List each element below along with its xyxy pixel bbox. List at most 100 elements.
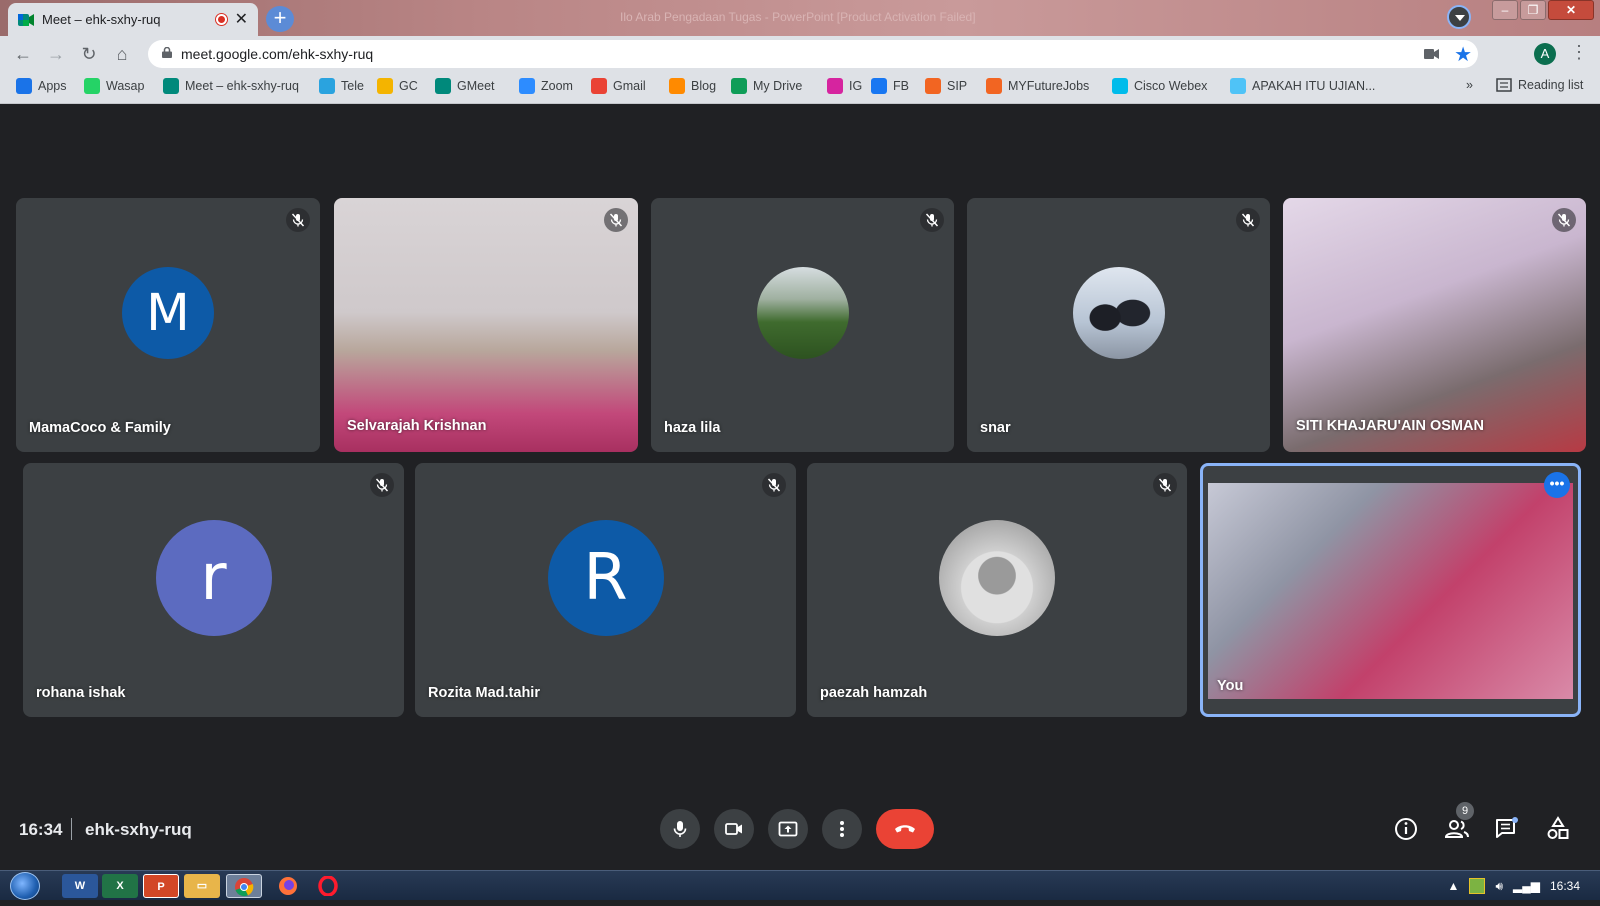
activities-button[interactable] [1543, 814, 1573, 844]
bookmark-star-icon[interactable]: ★ [1454, 42, 1472, 67]
chrome-icon[interactable] [226, 874, 262, 898]
chrome-logo-icon [235, 878, 254, 897]
firefox-logo-icon [279, 877, 297, 895]
windows-start-button[interactable] [10, 872, 40, 900]
participant-name: snar [980, 420, 1011, 436]
bookmark-sip[interactable]: SIP [925, 78, 967, 94]
explorer-icon[interactable]: ▭ [184, 874, 220, 898]
microphone-button[interactable] [660, 809, 700, 849]
participant-tile[interactable]: SITI KHAJARU'AIN OSMAN [1283, 198, 1586, 452]
bookmarks-overflow-icon[interactable]: » [1466, 78, 1473, 92]
powerpoint-icon[interactable]: P [143, 874, 179, 898]
more-options-button[interactable] [822, 809, 862, 849]
telegram-icon [319, 78, 335, 94]
bookmark-wasap[interactable]: Wasap [84, 78, 144, 94]
meeting-details-button[interactable] [1391, 814, 1421, 844]
participant-tile[interactable]: M MamaCoco & Family [16, 198, 320, 452]
bookmark-apakah-itu-ujian[interactable]: APAKAH ITU UJIAN... [1230, 78, 1375, 94]
opera-icon[interactable] [310, 874, 346, 898]
gmail-icon [591, 78, 607, 94]
browser-menu-icon[interactable]: ⋮ [1570, 42, 1588, 63]
myfuturejobs-icon [925, 78, 941, 94]
bookmark-label: Wasap [106, 79, 145, 93]
forward-arrow-icon[interactable]: → [45, 43, 67, 65]
hang-up-phone-icon [895, 825, 915, 833]
bookmark-label: Apps [38, 79, 67, 93]
recording-indicator-icon [215, 14, 227, 25]
participant-tile[interactable]: snar [967, 198, 1270, 452]
bookmark-gmail[interactable]: Gmail [591, 78, 646, 94]
bookmark-blog[interactable]: Blog [669, 78, 716, 94]
participant-tile[interactable]: haza lila [651, 198, 954, 452]
participant-video-feed [1283, 198, 1586, 452]
back-arrow-icon[interactable]: ← [12, 43, 34, 65]
participant-tile[interactable]: Selvarajah Krishnan [334, 198, 638, 452]
apps-grid-icon [16, 78, 32, 94]
bookmark-meet-ehk-sxhy-ruq[interactable]: Meet – ehk-sxhy-ruq [163, 78, 299, 94]
participant-avatar: r [155, 520, 272, 636]
bookmark-fb[interactable]: FB [871, 78, 909, 94]
excel-icon[interactable]: X [102, 874, 138, 898]
restore-button[interactable]: ❐ [1520, 0, 1546, 20]
bookmark-label: SIP [947, 79, 968, 93]
bookmark-ig[interactable]: IG [827, 78, 862, 94]
bookmark-label: My Drive [753, 79, 803, 93]
system-tray: ▲ 🔊︎ ▂▄▆ 16:34 [1448, 871, 1600, 901]
mic-muted-icon [762, 473, 786, 497]
present-screen-button[interactable] [768, 809, 808, 849]
zoom-icon [519, 78, 535, 94]
participant-tile[interactable]: paezah hamzah [807, 463, 1187, 717]
bookmark-label: GC [399, 79, 418, 93]
participant-photo-avatar [939, 520, 1055, 636]
address-bar[interactable]: meet.google.com/ehk-sxhy-ruq ★ [148, 40, 1478, 68]
participant-tile[interactable]: ••• You [1200, 463, 1581, 717]
video-camera-icon [725, 823, 742, 835]
bookmark-label: Cisco Webex [1134, 79, 1208, 93]
participant-tile[interactable]: r rohana ishak [23, 463, 404, 717]
reading-list-button[interactable]: Reading list [1496, 78, 1583, 92]
bookmark-cisco-webex[interactable]: Cisco Webex [1112, 78, 1207, 94]
home-icon[interactable]: ⌂ [111, 43, 133, 65]
participant-name: Rozita Mad.tahir [428, 685, 540, 701]
minimize-button[interactable]: – [1492, 0, 1518, 20]
close-window-button[interactable]: ✕ [1548, 0, 1594, 20]
leave-call-button[interactable] [876, 809, 934, 849]
participant-name: rohana ishak [36, 685, 126, 701]
mic-muted-icon [370, 473, 394, 497]
profile-download-icon[interactable] [1447, 5, 1471, 29]
reload-icon[interactable]: ↻ [78, 43, 100, 65]
firefox-icon[interactable] [270, 874, 306, 898]
bookmark-gmeet[interactable]: GMeet [435, 78, 495, 94]
participant-tile[interactable]: R Rozita Mad.tahir [415, 463, 796, 717]
info-icon [1395, 818, 1417, 840]
profile-avatar[interactable]: A [1534, 43, 1556, 65]
participant-video-feed [334, 198, 638, 452]
camera-button[interactable] [714, 809, 754, 849]
webex-icon [1112, 78, 1128, 94]
mic-muted-icon [604, 208, 628, 232]
tray-expand-icon[interactable]: ▲ [1448, 879, 1460, 893]
network-signal-icon[interactable]: ▂▄▆ [1513, 879, 1540, 893]
tray-app-icon[interactable] [1469, 878, 1486, 894]
bookmark-my-drive[interactable]: My Drive [731, 78, 802, 94]
word-icon[interactable]: W [62, 874, 98, 898]
participant-count-badge: 9 [1456, 802, 1474, 820]
bookmark-tele[interactable]: Tele [319, 78, 364, 94]
taskbar-clock[interactable]: 16:34 [1550, 879, 1580, 893]
volume-icon[interactable]: 🔊︎ [1495, 879, 1503, 894]
chat-button[interactable] [1492, 814, 1522, 844]
mic-muted-icon [1236, 208, 1260, 232]
bookmark-apps[interactable]: Apps [16, 78, 67, 94]
mic-muted-icon [1153, 473, 1177, 497]
chat-icon [1496, 817, 1518, 838]
new-tab-button[interactable]: + [266, 6, 294, 32]
bookmark-zoom[interactable]: Zoom [519, 78, 573, 94]
tab-close-icon[interactable]: ✕ [235, 11, 248, 28]
camera-in-use-icon[interactable] [1424, 47, 1440, 61]
browser-tab-meet[interactable]: Meet – ehk-sxhy-ruq ✕ [8, 3, 258, 36]
drive-icon [731, 78, 747, 94]
bookmark-gc[interactable]: GC [377, 78, 418, 94]
bookmark-myfuturejobs[interactable]: MYFutureJobs [986, 78, 1089, 94]
bookmark-label: APAKAH ITU UJIAN... [1252, 79, 1376, 93]
mic-muted-icon [1552, 208, 1576, 232]
